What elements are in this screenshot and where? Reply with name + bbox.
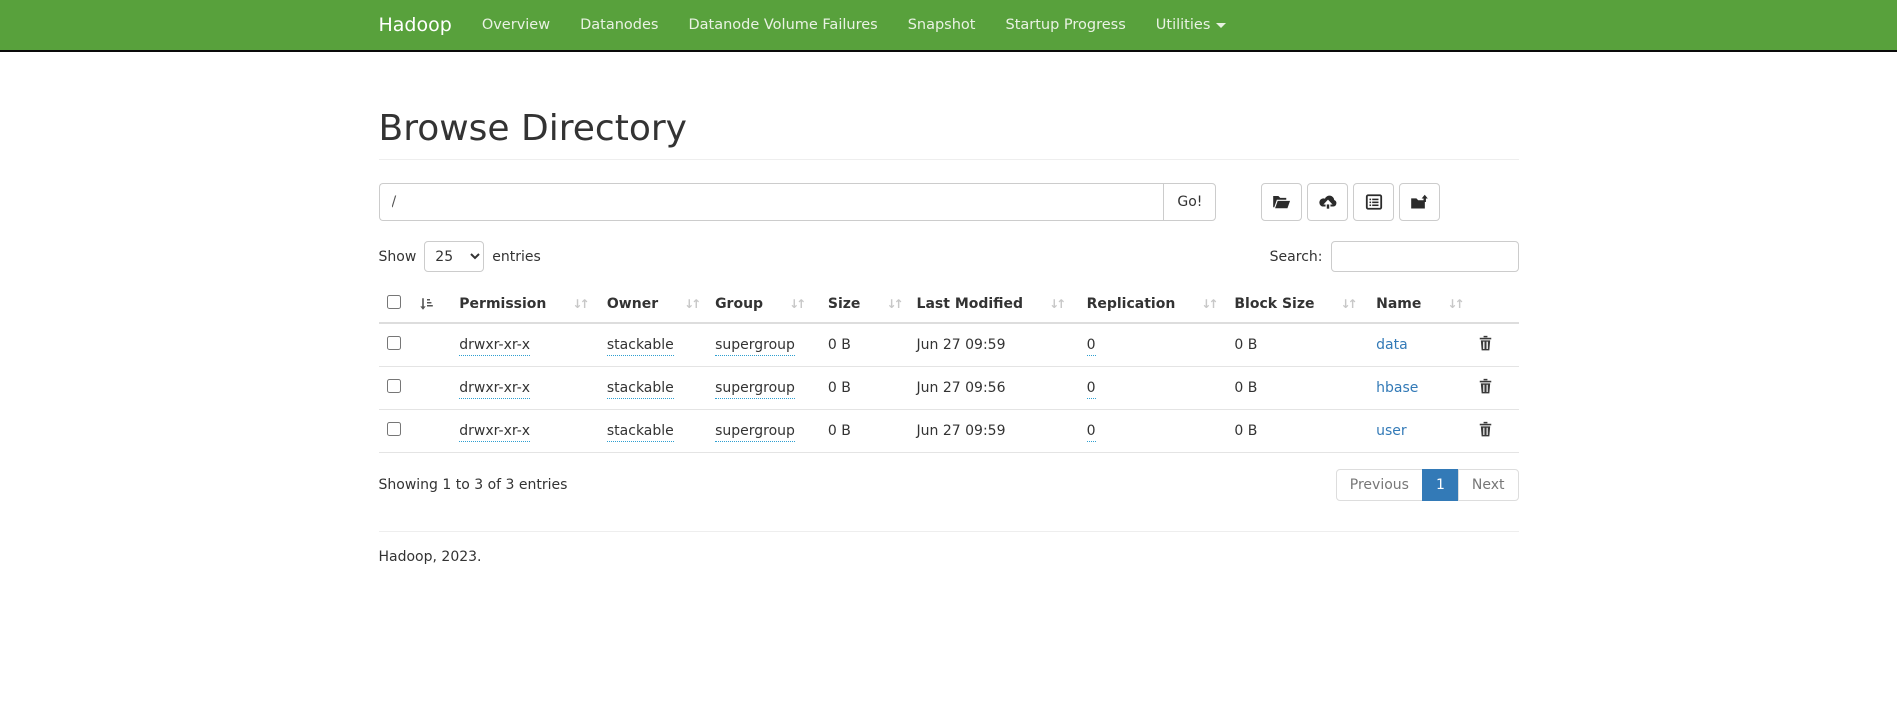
pagination-page-1[interactable]: 1 [1422,469,1459,501]
folder-move-icon [1410,194,1429,211]
owner-cell[interactable]: stackable [607,380,674,399]
page-title: Browse Directory [379,108,1519,160]
sort-both-icon: ↓↑ [886,297,900,311]
sort-both-icon: ↓↑ [572,297,586,311]
directory-input-group: Go! [379,183,1217,221]
group-cell[interactable]: supergroup [715,380,795,399]
nav-item-overview[interactable]: Overview [467,0,565,50]
header-size[interactable]: Size↓↑ [820,286,909,323]
table-header-row: Permission↓↑ Owner↓↑ Group↓↑ Size↓↑ Last… [379,286,1519,323]
sort-both-icon: ↓↑ [684,297,698,311]
navbar: Hadoop Overview Datanodes Datanode Volum… [0,0,1897,52]
permission-cell[interactable]: drwxr-xr-x [459,423,530,442]
nav-item-utilities-label: Utilities [1156,17,1211,33]
header-actions [1470,286,1519,323]
navbar-brand[interactable]: Hadoop [379,0,467,50]
table-controls: Show 25 entries Search: [379,241,1519,272]
sort-both-icon: ↓↑ [1201,297,1215,311]
nav-item-snapshot[interactable]: Snapshot [893,0,991,50]
folder-open-icon [1272,194,1291,211]
file-name-link[interactable]: data [1376,337,1408,353]
delete-button[interactable] [1478,335,1493,351]
replication-cell[interactable]: 0 [1087,423,1096,442]
table-footer: Showing 1 to 3 of 3 entries Previous 1 N… [379,469,1519,501]
caret-down-icon [1216,23,1226,28]
permission-cell[interactable]: drwxr-xr-x [459,337,530,356]
header-last-modified[interactable]: Last Modified↓↑ [909,286,1079,323]
size-cell: 0 B [828,423,851,439]
replication-cell[interactable]: 0 [1087,337,1096,356]
replication-cell[interactable]: 0 [1087,380,1096,399]
site-footer: Hadoop, 2023. [379,549,1519,725]
file-name-link[interactable]: user [1376,423,1407,439]
create-directory-button[interactable] [1261,183,1302,221]
go-button[interactable]: Go! [1163,183,1216,221]
footer-divider [379,531,1519,532]
row-checkbox[interactable] [387,336,401,350]
owner-cell[interactable]: stackable [607,337,674,356]
file-name-link[interactable]: hbase [1376,380,1418,396]
navbar-menu: Overview Datanodes Datanode Volume Failu… [467,0,1242,50]
header-permission[interactable]: Permission↓↑ [451,286,599,323]
directory-path-input[interactable] [379,183,1164,221]
row-checkbox[interactable] [387,422,401,436]
search-input[interactable] [1331,241,1519,272]
owner-cell[interactable]: stackable [607,423,674,442]
list-icon [1365,194,1383,210]
table-row: drwxr-xr-x stackable supergroup 0 B Jun … [379,323,1519,367]
sort-both-icon: ↓↑ [789,297,803,311]
pagination-previous[interactable]: Previous [1336,469,1423,501]
search-control: Search: [1270,241,1519,272]
trash-icon [1478,378,1493,394]
file-browser-table: Permission↓↑ Owner↓↑ Group↓↑ Size↓↑ Last… [379,286,1519,453]
nav-item-startup-progress[interactable]: Startup Progress [990,0,1140,50]
show-label: Show [379,249,417,265]
sort-both-icon: ↓↑ [1340,297,1354,311]
cloud-upload-icon [1318,194,1338,210]
last-modified-cell: Jun 27 09:59 [917,423,1006,439]
path-bar: Go! [379,183,1519,221]
set-quota-button[interactable] [1353,183,1394,221]
table-row: drwxr-xr-x stackable supergroup 0 B Jun … [379,367,1519,410]
trash-icon [1478,335,1493,351]
upload-files-button[interactable] [1307,183,1348,221]
block-size-cell: 0 B [1234,380,1257,396]
entries-label: entries [492,249,541,265]
sort-by-attributes-icon [419,297,433,311]
header-block-size[interactable]: Block Size↓↑ [1226,286,1368,323]
size-cell: 0 B [828,337,851,353]
group-cell[interactable]: supergroup [715,423,795,442]
entries-info: Showing 1 to 3 of 3 entries [379,477,568,493]
delete-button[interactable] [1478,421,1493,437]
nav-item-utilities[interactable]: Utilities [1141,0,1242,50]
header-group[interactable]: Group↓↑ [707,286,820,323]
nav-item-datanode-volume-failures[interactable]: Datanode Volume Failures [673,0,892,50]
header-name[interactable]: Name↓↑ [1368,286,1469,323]
last-modified-cell: Jun 27 09:56 [917,380,1006,396]
group-cell[interactable]: supergroup [715,337,795,356]
trash-icon [1478,421,1493,437]
search-label: Search: [1270,249,1323,265]
header-replication[interactable]: Replication↓↑ [1079,286,1227,323]
pagination: Previous 1 Next [1336,469,1519,501]
nav-item-datanodes[interactable]: Datanodes [565,0,673,50]
block-size-cell: 0 B [1234,337,1257,353]
table-row: drwxr-xr-x stackable supergroup 0 B Jun … [379,410,1519,453]
page-size-control: Show 25 entries [379,241,541,272]
page-size-select[interactable]: 25 [424,241,484,272]
select-all-header[interactable] [379,286,452,323]
size-cell: 0 B [828,380,851,396]
header-owner[interactable]: Owner↓↑ [599,286,707,323]
delete-button[interactable] [1478,378,1493,394]
permission-cell[interactable]: drwxr-xr-x [459,380,530,399]
row-checkbox[interactable] [387,379,401,393]
select-all-checkbox[interactable] [387,295,401,309]
last-modified-cell: Jun 27 09:59 [917,337,1006,353]
cut-and-paste-button[interactable] [1399,183,1440,221]
sort-both-icon: ↓↑ [1447,297,1461,311]
directory-actions-toolbar [1261,183,1440,221]
block-size-cell: 0 B [1234,423,1257,439]
sort-both-icon: ↓↑ [1049,297,1063,311]
pagination-next[interactable]: Next [1458,469,1519,501]
